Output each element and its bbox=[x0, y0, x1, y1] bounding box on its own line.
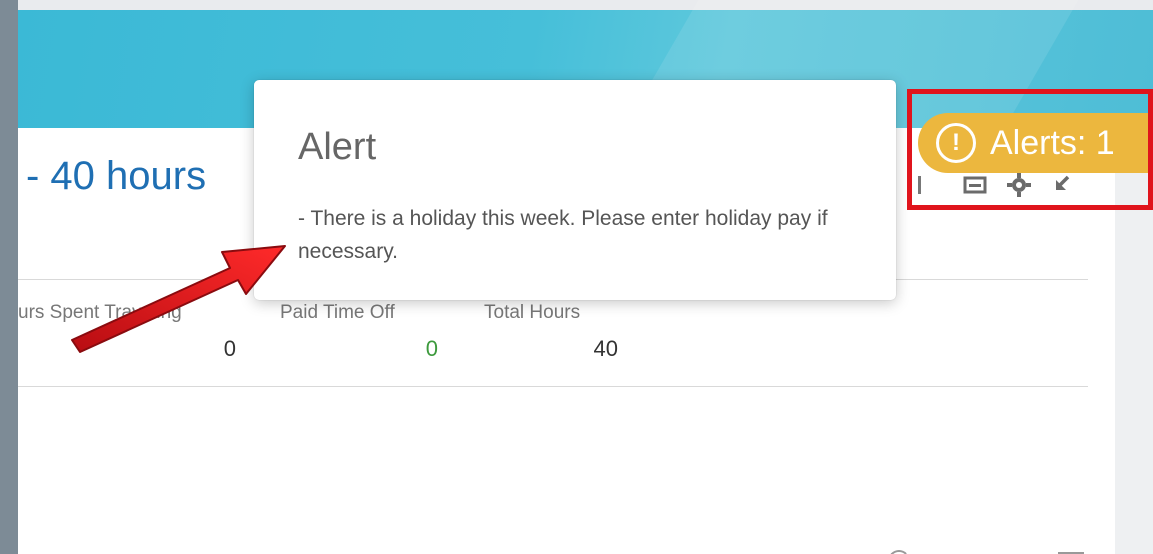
stat-value-total-hours: 40 bbox=[593, 336, 618, 361]
divider-bottom bbox=[18, 386, 1088, 387]
alert-popup-message: - There is a holiday this week. Please e… bbox=[298, 207, 828, 263]
alert-popup-title: Alert bbox=[298, 126, 377, 168]
screenshot-frame: - 40 hours urs Spent Traveling 0 Paid Ti… bbox=[0, 0, 1153, 554]
page-title: - 40 hours bbox=[26, 154, 207, 198]
stat-value-paid-time-off: 0 bbox=[425, 336, 438, 361]
bottom-partial-icons bbox=[868, 548, 1098, 554]
annotation-arrow-icon bbox=[71, 245, 286, 353]
alert-popup: Alert - There is a holiday this week. Pl… bbox=[254, 80, 896, 300]
annotation-highlight-box bbox=[907, 89, 1153, 210]
partial-circle-icon bbox=[888, 550, 910, 554]
stat-label-total-hours: Total Hours bbox=[484, 302, 581, 323]
left-window-edge bbox=[0, 0, 18, 554]
